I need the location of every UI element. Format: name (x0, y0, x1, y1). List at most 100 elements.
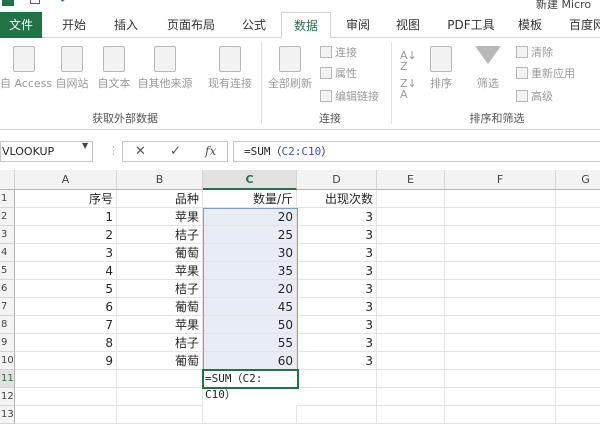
tab-insert[interactable]: 插入 (104, 12, 148, 38)
cell-empty[interactable] (377, 316, 445, 334)
cell-empty[interactable] (556, 316, 600, 334)
cell-empty[interactable] (445, 226, 556, 244)
column-header-f[interactable]: F (445, 170, 556, 190)
data-cell-b[interactable]: 苹果 (117, 262, 203, 280)
cell-empty[interactable] (203, 406, 297, 424)
filter-button[interactable]: 筛选 (470, 46, 506, 91)
data-cell-b[interactable]: 苹果 (117, 316, 203, 334)
data-cell-b[interactable]: 桔子 (117, 226, 203, 244)
cell-empty[interactable] (445, 190, 556, 208)
data-cell-a[interactable]: 9 (15, 352, 117, 370)
data-cell-c[interactable]: 30 (203, 244, 297, 262)
data-cell-c[interactable]: 55 (203, 334, 297, 352)
data-cell-a[interactable]: 8 (15, 334, 117, 352)
data-cell-c[interactable]: 45 (203, 298, 297, 316)
cell-empty[interactable] (15, 388, 117, 406)
data-cell-b[interactable]: 葡萄 (117, 298, 203, 316)
cell-empty[interactable] (556, 262, 600, 280)
column-header-e[interactable]: E (377, 170, 445, 190)
column-header-b[interactable]: B (117, 170, 203, 190)
cell-empty[interactable] (377, 208, 445, 226)
cell-empty[interactable] (377, 298, 445, 316)
row-header[interactable]: 12 (0, 388, 15, 406)
advanced-filter-button[interactable]: 高级 (516, 88, 553, 105)
data-cell-c[interactable]: 60 (203, 352, 297, 370)
data-cell-c[interactable]: 25 (203, 226, 297, 244)
properties-button[interactable]: 属性 (320, 65, 357, 82)
cell-empty[interactable] (117, 406, 203, 424)
tab-home[interactable]: 开始 (52, 12, 96, 38)
data-cell-d[interactable]: 3 (297, 280, 377, 298)
cell-empty[interactable] (556, 352, 600, 370)
column-header-d[interactable]: D (297, 170, 377, 190)
cancel-icon[interactable]: ✕ (135, 142, 146, 161)
clear-filter-button[interactable]: 清除 (516, 44, 553, 61)
data-cell-c[interactable]: 35 (203, 262, 297, 280)
data-cell-d[interactable]: 3 (297, 244, 377, 262)
cell-empty[interactable] (297, 406, 377, 424)
row-header[interactable]: 1 (0, 190, 15, 208)
row-header[interactable]: 5 (0, 262, 15, 280)
connections-button[interactable]: 连接 (320, 44, 357, 61)
tab-baidu[interactable]: 百度网 (560, 12, 600, 38)
formula-input[interactable]: =SUM（C2:C10） (233, 141, 600, 162)
tab-formulas[interactable]: 公式 (232, 12, 276, 38)
worksheet-grid[interactable]: A B C D E F G 1 序号 品种 数量/斤 出现次数 2 1 苹果 20 3 3 2 桔子 25… (0, 170, 600, 424)
cell-empty[interactable] (445, 208, 556, 226)
data-cell-a[interactable]: 5 (15, 280, 117, 298)
cell-empty[interactable] (377, 406, 445, 424)
cell-empty[interactable] (445, 316, 556, 334)
data-cell-a[interactable]: 7 (15, 316, 117, 334)
refresh-all-button[interactable]: 全部刷新 (264, 46, 316, 91)
cell-empty[interactable] (15, 370, 117, 388)
cell-empty[interactable] (377, 244, 445, 262)
header-cell-c[interactable]: 数量/斤 (203, 190, 297, 208)
row-header[interactable]: 4 (0, 244, 15, 262)
sort-za-icon[interactable]: Z↓ A (400, 78, 417, 100)
enter-icon[interactable]: ✓ (170, 142, 181, 161)
data-cell-a[interactable]: 1 (15, 208, 117, 226)
name-box[interactable]: VLOOKUP (0, 141, 93, 162)
insert-function-icon[interactable]: fx (205, 142, 216, 161)
from-web-button[interactable]: 自网站 (52, 46, 92, 91)
cell-empty[interactable] (556, 226, 600, 244)
header-cell-b[interactable]: 品种 (117, 190, 203, 208)
data-cell-d[interactable]: 3 (297, 316, 377, 334)
reapply-button[interactable]: 重新应用 (516, 65, 575, 82)
from-text-button[interactable]: 自文本 (94, 46, 134, 91)
data-cell-d[interactable]: 3 (297, 226, 377, 244)
cell-empty[interactable] (445, 262, 556, 280)
row-header[interactable]: 3 (0, 226, 15, 244)
tab-file[interactable]: 文件 (0, 12, 42, 38)
sort-button[interactable]: 排序 (424, 46, 458, 91)
tab-page-layout[interactable]: 页面布局 (158, 12, 224, 38)
cell-empty[interactable] (117, 370, 203, 388)
data-cell-a[interactable]: 6 (15, 298, 117, 316)
cell-empty[interactable] (117, 388, 203, 406)
cell-empty[interactable] (445, 388, 556, 406)
tab-review[interactable]: 审阅 (336, 12, 380, 38)
sort-az-icon[interactable]: A↓ Z (400, 50, 417, 72)
cell-empty[interactable] (377, 370, 445, 388)
row-header[interactable]: 8 (0, 316, 15, 334)
tab-templates[interactable]: 模板 (508, 12, 552, 38)
cell-empty[interactable] (556, 370, 600, 388)
cell-empty[interactable] (556, 388, 600, 406)
column-header-g[interactable]: G (556, 170, 600, 190)
cell-empty[interactable] (556, 190, 600, 208)
cell-empty[interactable] (556, 298, 600, 316)
cell-empty[interactable] (15, 406, 117, 424)
data-cell-b[interactable]: 葡萄 (117, 352, 203, 370)
existing-connections-button[interactable]: 现有连接 (204, 46, 256, 91)
row-header[interactable]: 13 (0, 406, 15, 424)
row-header[interactable]: 6 (0, 280, 15, 298)
edit-links-button[interactable]: 编辑链接 (320, 88, 379, 105)
tab-pdf-tools[interactable]: PDF工具 (440, 12, 502, 38)
data-cell-a[interactable]: 3 (15, 244, 117, 262)
cell-empty[interactable] (445, 352, 556, 370)
row-header[interactable]: 10 (0, 352, 15, 370)
cell-empty[interactable] (556, 208, 600, 226)
data-cell-d[interactable]: 3 (297, 208, 377, 226)
cell-empty[interactable] (377, 388, 445, 406)
column-header-a[interactable]: A (15, 170, 117, 190)
